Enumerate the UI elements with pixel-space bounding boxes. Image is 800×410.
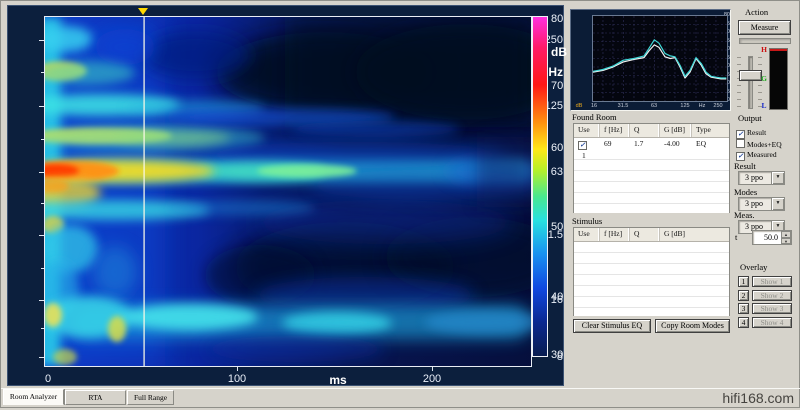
col-f: f [Hz] — [600, 228, 630, 241]
result-select-label: Result — [734, 161, 756, 171]
row-q: 1.7 — [630, 138, 660, 149]
found-room-header: Use f [Hz] Q G [dB] Type — [574, 124, 729, 138]
chevron-down-icon[interactable]: ▼ — [771, 172, 784, 184]
response-x-250: 250 — [713, 103, 722, 109]
col-f: f [Hz] — [600, 124, 630, 137]
response-x-16: 16 — [591, 103, 597, 109]
spin-down-icon[interactable]: ▼ — [781, 238, 791, 245]
stimulus-header: Use f [Hz] Q G [dB] — [574, 228, 729, 242]
modes-select[interactable]: 3 ppo▼ — [738, 197, 785, 211]
cbar-tick-40: 40 — [551, 291, 563, 303]
found-room-row-1[interactable]: 1 69 1.7 -4.00 EQ — [574, 138, 729, 149]
measure-progressbar — [739, 38, 791, 44]
col-g: G [dB] — [660, 124, 692, 137]
tab-bar: Room Analyzer RTA Full Range — [1, 388, 800, 410]
row-use-checkbox[interactable] — [578, 141, 587, 150]
spectrogram-panel: 250 Hz 125 63 31.5 16 8 0 100 ms 200 — [7, 5, 564, 386]
checkbox-result[interactable]: Result — [736, 128, 766, 139]
measure-button[interactable]: Measure — [738, 20, 791, 35]
meter-label-mid: G — [760, 74, 768, 83]
tab-rta[interactable]: RTA — [65, 390, 126, 405]
response-graph-panel: 8075706560555045403530 dB 16 31.5 63 125… — [570, 9, 731, 111]
response-x-unit-db: dB — [576, 103, 583, 109]
spectrogram-plot[interactable] — [44, 16, 532, 367]
spectrogram-image — [45, 17, 531, 366]
clear-stimulus-eq-button[interactable]: Clear Stimulus EQ — [573, 319, 651, 333]
col-type: Type — [692, 124, 729, 137]
stimulus-title: Stimulus — [572, 216, 602, 226]
col-use: Use — [574, 124, 600, 137]
x-axis-unit: ms — [329, 373, 346, 387]
slider-ticks-left — [737, 57, 741, 107]
col-use: Use — [574, 228, 600, 241]
cbar-tick-70: 70 — [551, 80, 563, 92]
copy-room-modes-button[interactable]: Copy Room Modes — [655, 319, 730, 333]
col-q: Q — [630, 228, 660, 241]
modes-select-label: Modes — [734, 187, 757, 197]
response-x-unit-hz: Hz — [699, 103, 706, 109]
found-room-table[interactable]: Use f [Hz] Q G [dB] Type 1 69 1.7 -4.00 … — [573, 123, 730, 213]
meas-select-label: Meas. — [734, 210, 755, 220]
row-type: EQ — [692, 138, 729, 149]
action-title: Action — [745, 7, 768, 17]
output-slider-thumb[interactable] — [739, 70, 762, 81]
app-window: 250 Hz 125 63 31.5 16 8 0 100 ms 200 — [0, 0, 800, 408]
response-plot — [592, 15, 728, 102]
output-slider-track[interactable] — [748, 56, 753, 109]
row-g: -4.00 — [660, 138, 692, 149]
tab-room-analyzer[interactable]: Room Analyzer — [3, 389, 64, 405]
col-g: G [dB] — [660, 228, 729, 241]
overlay-4-button[interactable]: 4 — [738, 317, 749, 328]
stimulus-body — [574, 242, 729, 316]
col-q: Q — [630, 124, 660, 137]
x-tick-100: 100 — [228, 373, 246, 385]
row-f: 69 — [600, 138, 630, 149]
colorbar — [532, 16, 548, 357]
result-select[interactable]: 3 ppo▼ — [738, 171, 785, 185]
checkbox-measured[interactable]: Measured — [736, 150, 777, 161]
output-title: Output — [738, 113, 762, 123]
cbar-tick-30: 30 — [551, 349, 563, 361]
cbar-tick-80: 80 — [551, 13, 563, 25]
response-x-63: 63 — [651, 103, 657, 109]
chevron-down-icon[interactable]: ▼ — [771, 198, 784, 210]
cbar-tick-60: 60 — [551, 142, 563, 154]
found-room-title: Found Room — [572, 112, 617, 122]
t-spinner[interactable]: 50.0 ▲▼ — [752, 230, 792, 245]
overlay-1-button[interactable]: 1 — [738, 276, 749, 287]
tab-full-range[interactable]: Full Range — [127, 390, 174, 405]
watermark: hifi168.com — [722, 390, 794, 406]
found-room-body: 1 69 1.7 -4.00 EQ — [574, 138, 729, 213]
meter-label-low: L — [760, 101, 768, 110]
x-tick-200: 200 — [423, 373, 441, 385]
show-2-button[interactable]: Show 2 — [752, 290, 792, 301]
overlay-2-button[interactable]: 2 — [738, 290, 749, 301]
overlay-3-button[interactable]: 3 — [738, 303, 749, 314]
response-x-125: 125 — [680, 103, 689, 109]
level-meter — [769, 48, 788, 110]
show-1-button[interactable]: Show 1 — [752, 276, 792, 287]
meter-peak — [770, 49, 787, 51]
show-3-button[interactable]: Show 3 — [752, 303, 792, 314]
checkbox-modes-eq[interactable]: Modes+EQ — [736, 139, 782, 149]
cbar-tick-50: 50 — [551, 221, 563, 233]
t-label: t — [735, 232, 737, 242]
cbar-unit: dB — [551, 45, 567, 59]
x-tick-0: 0 — [45, 373, 51, 385]
meter-label-high: H — [760, 45, 768, 54]
time-marker-handle[interactable] — [138, 8, 148, 15]
show-4-button[interactable]: Show 4 — [752, 317, 792, 328]
overlay-title: Overlay — [740, 262, 767, 272]
response-x-31-5: 31.5 — [618, 103, 629, 109]
stimulus-table[interactable]: Use f [Hz] Q G [dB] — [573, 227, 730, 316]
